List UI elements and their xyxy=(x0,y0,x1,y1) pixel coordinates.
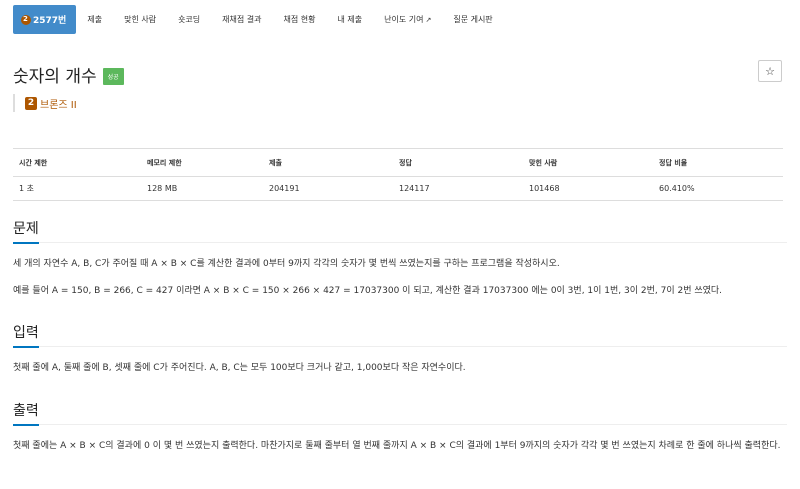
tab-label: 난이도 기여 xyxy=(384,15,424,24)
problem-example: 예를 들어 A = 150, B = 266, C = 427 이라면 A × … xyxy=(13,286,723,296)
problem-description: 세 개의 자연수 A, B, C가 주어질 때 A × B × C를 계산한 결… xyxy=(13,259,560,269)
table-header: 정답 비율 xyxy=(653,148,783,177)
table-header: 시간 제한 xyxy=(13,148,141,177)
tab-board[interactable]: 질문 게시판 xyxy=(442,5,503,34)
section-heading: 출력 xyxy=(13,400,787,426)
bronze-tier-icon: 2 xyxy=(25,96,37,110)
title-row: 숫자의 개수 성공 xyxy=(13,62,124,87)
table-header: 정답 xyxy=(393,148,523,177)
tab-my-submissions[interactable]: 내 제출 xyxy=(326,5,373,34)
table-row: 1 초 128 MB 204191 124117 101468 60.410% xyxy=(13,176,783,201)
output-description: 첫째 줄에는 A × B × C의 결과에 0 이 몇 번 쓰였는지 출력한다.… xyxy=(13,441,781,451)
table-cell: 101468 xyxy=(523,176,653,201)
tab-solvers[interactable]: 맞힌 사람 xyxy=(113,5,167,34)
table-cell: 124117 xyxy=(393,176,523,201)
problem-info-table: 시간 제한 메모리 제한 제출 정답 맞힌 사람 정답 비율 1 초 128 M… xyxy=(13,148,783,201)
table-cell: 1 초 xyxy=(13,176,141,201)
table-cell: 60.410% xyxy=(653,176,783,201)
external-link-icon: ↗ xyxy=(425,15,432,24)
page-title: 숫자의 개수 xyxy=(13,67,97,87)
tier-label[interactable]: 브론즈 II xyxy=(40,96,77,111)
tab-short-coding[interactable]: 숏코딩 xyxy=(167,5,211,34)
star-button[interactable]: ☆ xyxy=(758,60,782,82)
section-heading: 입력 xyxy=(13,322,787,348)
input-section: 입력 첫째 줄에 A, 둘째 줄에 B, 셋째 줄에 C가 주어진다. A, B… xyxy=(13,322,787,377)
table-cell: 204191 xyxy=(263,176,393,201)
status-badge: 성공 xyxy=(102,68,124,85)
tab-status[interactable]: 채점 현황 xyxy=(273,5,327,34)
table-header: 제출 xyxy=(263,148,393,177)
table-header: 맞힌 사람 xyxy=(523,148,653,177)
problem-section: 문제 세 개의 자연수 A, B, C가 주어질 때 A × B × C를 계산… xyxy=(13,218,787,300)
table-cell: 128 MB xyxy=(141,176,263,201)
table-header-row: 시간 제한 메모리 제한 제출 정답 맞힌 사람 정답 비율 xyxy=(13,148,783,177)
table-header: 메모리 제한 xyxy=(141,148,263,177)
input-description: 첫째 줄에 A, 둘째 줄에 B, 셋째 줄에 C가 주어진다. A, B, C… xyxy=(13,363,466,373)
tab-difficulty[interactable]: 난이도 기여 ↗ xyxy=(373,5,442,34)
output-section: 출력 첫째 줄에는 A × B × C의 결과에 0 이 몇 번 쓰였는지 출력… xyxy=(13,400,787,455)
bronze-tier-icon xyxy=(21,14,31,25)
section-heading: 문제 xyxy=(13,218,787,244)
tab-problem[interactable]: 2577번 xyxy=(13,5,77,34)
problem-tabs: 2577번 제출 맞힌 사람 숏코딩 재채점 결과 채점 현황 내 제출 난이도… xyxy=(13,5,787,34)
tab-label: 2577번 xyxy=(33,16,67,26)
tab-rejudge[interactable]: 재채점 결과 xyxy=(211,5,272,34)
tab-submit[interactable]: 제출 xyxy=(76,5,113,34)
star-icon: ☆ xyxy=(765,64,775,78)
tier-info: 2 브론즈 II xyxy=(13,94,77,112)
